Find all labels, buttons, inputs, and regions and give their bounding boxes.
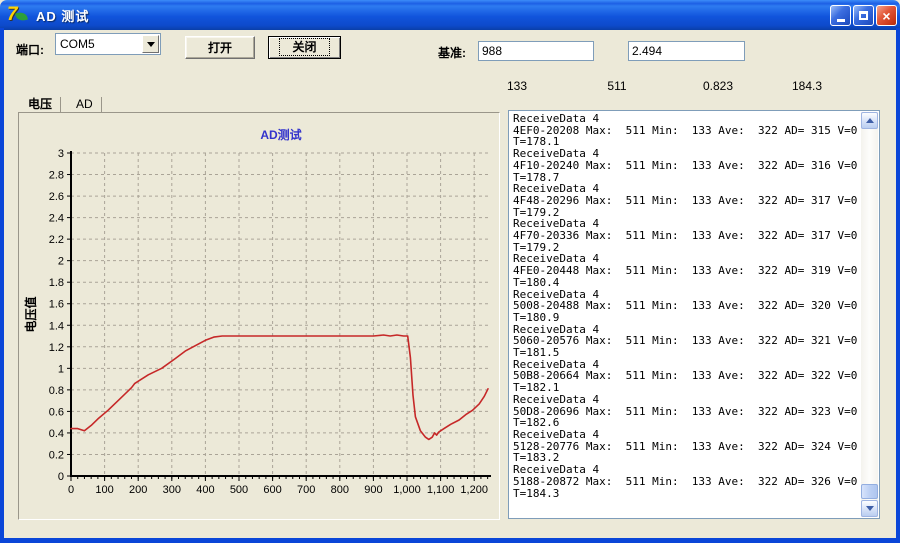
svg-text:2.8: 2.8 <box>49 170 64 182</box>
svg-text:2: 2 <box>58 256 64 268</box>
window-border-left <box>0 28 4 543</box>
svg-text:200: 200 <box>129 484 147 496</box>
svg-text:500: 500 <box>230 484 248 496</box>
stat-max-value: 511 <box>607 79 627 93</box>
svg-text:2.4: 2.4 <box>49 213 64 225</box>
close-window-button[interactable]: × <box>876 5 897 26</box>
svg-text:900: 900 <box>364 484 382 496</box>
minimize-button[interactable] <box>830 5 851 26</box>
receive-log-panel[interactable]: ReceiveData 4 4EF0-20208 Max: 511 Min: 1… <box>508 110 880 519</box>
open-button[interactable]: 打开 <box>185 36 255 59</box>
svg-text:0.6: 0.6 <box>49 406 64 418</box>
svg-text:600: 600 <box>263 484 281 496</box>
svg-text:1.8: 1.8 <box>49 277 64 289</box>
receive-log-text[interactable]: ReceiveData 4 4EF0-20208 Max: 511 Min: 1… <box>513 113 859 516</box>
scroll-up-button[interactable] <box>861 112 878 129</box>
close-port-button[interactable]: 关闭 <box>268 36 341 59</box>
svg-text:0: 0 <box>58 471 64 483</box>
svg-text:3: 3 <box>58 148 64 160</box>
port-select-dropdown-button[interactable] <box>142 35 159 53</box>
chevron-down-icon <box>146 41 155 47</box>
minimize-icon <box>836 18 845 22</box>
svg-text:1,100: 1,100 <box>427 484 455 496</box>
svg-text:1,200: 1,200 <box>460 484 488 496</box>
svg-text:1.6: 1.6 <box>49 299 64 311</box>
svg-text:0.8: 0.8 <box>49 385 64 397</box>
close-port-button-label: 关闭 <box>279 38 330 56</box>
maximize-button[interactable] <box>853 5 874 26</box>
port-select[interactable]: COM5 <box>55 33 161 55</box>
svg-text:2.6: 2.6 <box>49 191 64 203</box>
reference-label: 基准: <box>438 46 466 60</box>
window-border-bottom <box>0 538 900 543</box>
chevron-down-icon <box>865 506 874 511</box>
scrollbar-thumb[interactable] <box>861 484 878 499</box>
svg-text:800: 800 <box>331 484 349 496</box>
stat-min-value: 133 <box>506 79 528 93</box>
window-border-right <box>896 28 900 543</box>
svg-text:0.4: 0.4 <box>49 428 64 440</box>
svg-text:AD测试: AD测试 <box>260 127 301 142</box>
port-select-value: COM5 <box>60 37 95 51</box>
scroll-down-button[interactable] <box>861 500 878 517</box>
svg-text:电压值: 电压值 <box>23 296 38 332</box>
svg-text:0.2: 0.2 <box>49 449 64 461</box>
svg-text:100: 100 <box>95 484 113 496</box>
svg-text:700: 700 <box>297 484 315 496</box>
port-label: 端口: <box>16 43 44 57</box>
voltage-chart: 0 100 200 300 400 500 600 700 800 900 1,000 1,100 1,… <box>19 113 499 519</box>
stat-voltage-value: 0.823 <box>702 79 734 93</box>
close-icon: × <box>882 7 891 24</box>
tab-1[interactable]: AD <box>68 97 102 113</box>
svg-text:1: 1 <box>58 363 64 375</box>
window-title: AD 测试 <box>36 9 90 24</box>
svg-text:0: 0 <box>68 484 74 496</box>
app-window: 7 AD 测试 × 端口: COM5 打开 关闭 基准: 133 511 0.8… <box>0 0 900 543</box>
tab-0[interactable]: 电压 <box>20 97 62 113</box>
svg-text:400: 400 <box>196 484 214 496</box>
svg-text:1.4: 1.4 <box>49 320 64 332</box>
reference-input-1[interactable] <box>478 41 594 61</box>
chart-panel: 0 100 200 300 400 500 600 700 800 900 1,000 1,100 1,… <box>18 112 500 520</box>
maximize-icon <box>859 11 868 20</box>
stat-temp-value: 184.3 <box>791 79 823 93</box>
svg-text:300: 300 <box>163 484 181 496</box>
svg-text:2.2: 2.2 <box>49 234 64 246</box>
reference-input-2[interactable] <box>628 41 745 61</box>
chevron-up-icon <box>865 118 874 123</box>
svg-text:1.2: 1.2 <box>49 342 64 354</box>
log-scrollbar[interactable] <box>861 112 878 517</box>
svg-text:1,000: 1,000 <box>393 484 421 496</box>
app-icon: 7 <box>7 4 29 26</box>
title-bar[interactable]: 7 AD 测试 × <box>0 0 900 30</box>
